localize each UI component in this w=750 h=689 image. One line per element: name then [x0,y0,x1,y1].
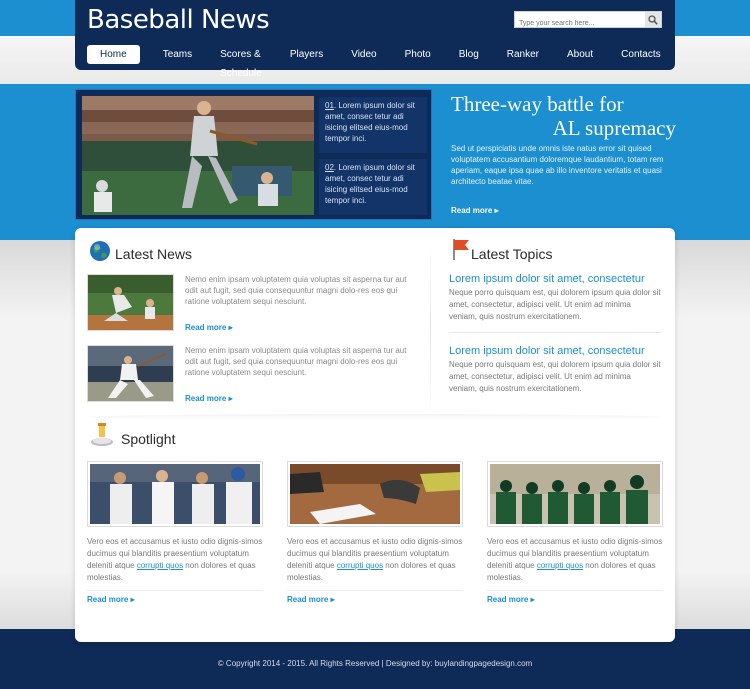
topic-text: Neque porro quisquam est, qui dolorem ip… [449,288,661,321]
column-divider [430,246,431,416]
section-divider [87,414,663,420]
spotlight-inline-link[interactable]: corrupti quos [337,561,383,570]
hero-headline-list: 01. Lorem ipsum dolor sit amet, consec t… [319,97,427,215]
nav-video[interactable]: Video [351,45,376,64]
latest-news-title: Latest News [115,246,193,262]
news-item: Nemo enim ipsam voluptatem quia voluptas… [87,274,407,334]
hero-headline: Three-way battle for AL supremacy [451,92,676,140]
main-nav: Home Teams Scores & Schedule Players Vid… [87,45,689,79]
hero-item-number: 02 [325,163,334,172]
spotlight-text: Vero eos et accusamus et iusto odio dign… [287,536,463,584]
search-input[interactable] [515,16,643,31]
flag-icon [453,239,469,260]
nav-home[interactable]: Home [87,45,140,64]
news-thumb-slide[interactable] [87,274,174,331]
spotlight-text: Vero eos et accusamus et iusto odio dign… [487,536,663,584]
spotlight-inline-link[interactable]: corrupti quos [537,561,583,570]
nav-scores-schedule[interactable]: Scores & Schedule [220,45,262,79]
topic-item: Lorem ipsum dolor sit amet, consectetur … [449,344,661,395]
hero-read-more-link[interactable]: Read more ▸ [451,206,499,215]
hero-headline-line2: AL supremacy [552,116,676,140]
nav-about[interactable]: About [567,45,593,64]
spotlight-read-more-link[interactable]: Read more ▸ [87,595,263,604]
hero-batter-photo[interactable] [82,96,314,215]
nav-blog[interactable]: Blog [459,45,479,64]
hero-item-text: . Lorem ipsum dolor sit amet, consec tet… [325,101,415,143]
news-thumb-swing[interactable] [87,345,174,402]
spotlight-icon [91,423,113,446]
hero-headline-line1: Three-way battle for [451,92,624,116]
spotlight-item: Vero eos et accusamus et iusto odio dign… [487,461,663,604]
spotlight-thumb-celebration[interactable] [87,461,263,527]
spotlight-thumb-team[interactable] [487,461,663,527]
hero-item-text: . Lorem ipsum dolor sit amet, consec tet… [325,163,415,205]
topic-text: Neque porro quisquam est, qui dolorem ip… [449,360,661,393]
nav-teams[interactable]: Teams [163,45,192,64]
nav-players[interactable]: Players [290,45,323,64]
news-read-more-link[interactable]: Read more ▸ [185,323,233,332]
topic-divider [449,332,661,333]
search-button[interactable] [645,12,661,27]
spotlight-title: Spotlight [121,431,176,447]
hero-item-number: 01 [325,101,334,110]
spotlight-inline-link[interactable]: corrupti quos [137,561,183,570]
news-item-text: Nemo enim ipsam voluptatem quia voluptas… [185,275,407,306]
site-logo[interactable]: Baseball News [87,5,270,35]
spotlight-item: Vero eos et accusamus et iusto odio dign… [287,461,463,604]
news-read-more-link[interactable]: Read more ▸ [185,394,233,403]
topic-title-link[interactable]: Lorem ipsum dolor sit amet, consectetur [449,344,661,358]
hero-description: Sed ut perspiciatis unde omnis iste natu… [451,144,664,186]
spotlight-item: Vero eos et accusamus et iusto odio dign… [87,461,263,604]
latest-topics-title: Latest Topics [471,246,553,262]
spotlight-divider [287,590,463,591]
nav-photo[interactable]: Photo [405,45,431,64]
search-box [514,11,662,31]
hero-list-item[interactable]: 01. Lorem ipsum dolor sit amet, consec t… [319,97,427,153]
spotlight-divider [487,590,663,591]
spotlight-divider [87,590,263,591]
site-header: Baseball News Home Teams Scores & Schedu… [75,0,675,79]
news-item-text: Nemo enim ipsam voluptatem quia voluptas… [185,346,407,377]
hero-slider: 01. Lorem ipsum dolor sit amet, consec t… [75,89,432,220]
globe-icon [90,241,110,261]
spotlight-thumb-base[interactable] [287,461,463,527]
search-icon [648,14,658,25]
nav-contacts[interactable]: Contacts [621,45,660,64]
topic-title-link[interactable]: Lorem ipsum dolor sit amet, consectetur [449,272,661,286]
content-card: Latest News Nemo enim ipsam voluptatem q… [75,228,675,642]
spotlight-read-more-link[interactable]: Read more ▸ [487,595,663,604]
topic-item: Lorem ipsum dolor sit amet, consectetur … [449,272,661,323]
spotlight-read-more-link[interactable]: Read more ▸ [287,595,463,604]
footer-copyright: © Copyright 2014 - 2015. All Rights Rese… [217,659,533,668]
nav-ranker[interactable]: Ranker [507,45,539,64]
spotlight-text: Vero eos et accusamus et iusto odio dign… [87,536,263,584]
news-item: Nemo enim ipsam voluptatem quia voluptas… [87,345,407,405]
hero-list-item[interactable]: 02. Lorem ipsum dolor sit amet, consec t… [319,159,427,215]
